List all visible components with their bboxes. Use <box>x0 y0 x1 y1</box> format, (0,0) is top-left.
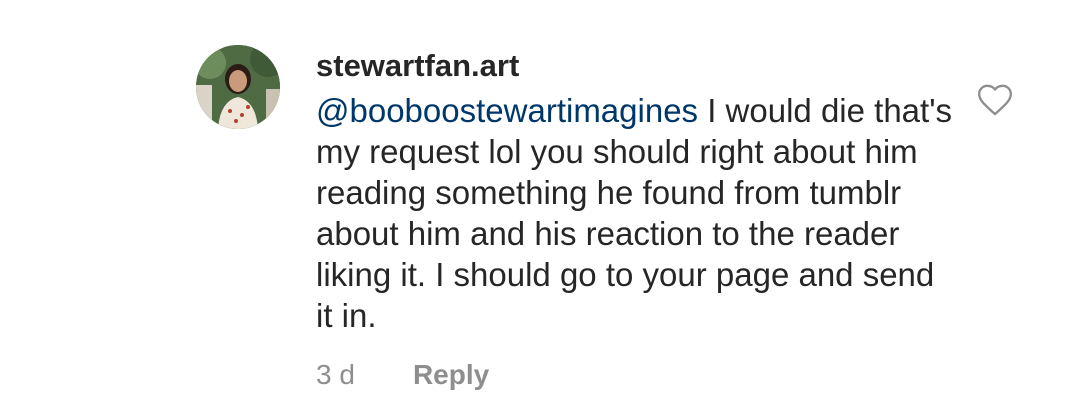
avatar-image <box>196 45 280 129</box>
comment-mention[interactable]: @booboostewartimagines <box>316 92 698 129</box>
like-button[interactable] <box>975 80 1015 120</box>
comment-timestamp: 3 d <box>316 359 355 390</box>
comment-text: @booboostewartimagines I would die that'… <box>316 90 956 336</box>
heart-outline-icon <box>978 84 1012 116</box>
reply-button[interactable]: Reply <box>413 355 489 395</box>
comment-meta: 3 d Reply <box>316 355 489 395</box>
comment: stewartfan.art @booboostewartimagines I … <box>0 0 1080 418</box>
avatar[interactable] <box>196 45 280 129</box>
comment-content: stewartfan.art @booboostewartimagines I … <box>316 46 956 336</box>
comment-username[interactable]: stewartfan.art <box>316 46 956 86</box>
